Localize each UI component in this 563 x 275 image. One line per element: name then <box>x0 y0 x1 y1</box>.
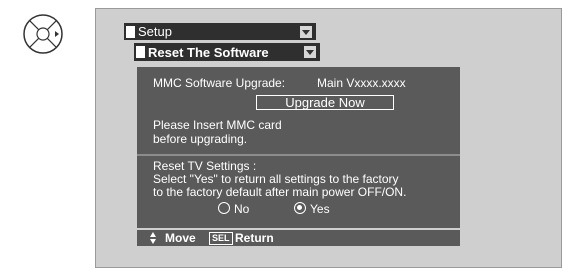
sel-key-icon: SEL <box>209 232 233 245</box>
dropdown-arrow-icon[interactable] <box>304 46 316 58</box>
radio-no-label: No <box>234 202 250 216</box>
mmc-upgrade-section: MMC Software Upgrade: Main Vxxxx.xxxx Up… <box>137 67 460 154</box>
software-version: Main Vxxxx.xxxx <box>317 76 406 90</box>
dropdown-arrow-icon[interactable] <box>300 25 312 38</box>
menu-marker-icon <box>126 25 135 38</box>
footer-bar: Move SEL Return <box>137 230 460 246</box>
mmc-upgrade-label: MMC Software Upgrade: <box>153 76 286 90</box>
reset-tv-description-line2: to the factory default after main power … <box>153 185 407 199</box>
mmc-instruction-line1: Please Insert MMC card <box>153 118 282 132</box>
mmc-instruction-line2: before upgrading. <box>153 132 248 146</box>
remote-dpad-right-icon <box>22 13 64 55</box>
menu-marker-icon <box>136 46 145 58</box>
menu-bar-setup[interactable]: Setup <box>124 23 316 40</box>
radio-no[interactable] <box>218 202 230 214</box>
return-label: Return <box>235 231 274 245</box>
reset-software-label: Reset The Software <box>148 44 269 60</box>
reset-tv-section: Reset TV Settings : Select "Yes" to retu… <box>137 156 460 228</box>
reset-tv-title: Reset TV Settings : <box>153 159 257 173</box>
up-down-arrows-icon <box>150 232 157 244</box>
move-label: Move <box>165 231 196 245</box>
upgrade-now-button[interactable]: Upgrade Now <box>256 95 394 110</box>
menu-bar-reset-software[interactable]: Reset The Software <box>134 43 320 61</box>
setup-label: Setup <box>138 24 172 39</box>
radio-yes[interactable] <box>294 202 306 214</box>
radio-yes-label: Yes <box>310 202 330 216</box>
reset-tv-description-line1: Select "Yes" to return all settings to t… <box>153 172 399 186</box>
